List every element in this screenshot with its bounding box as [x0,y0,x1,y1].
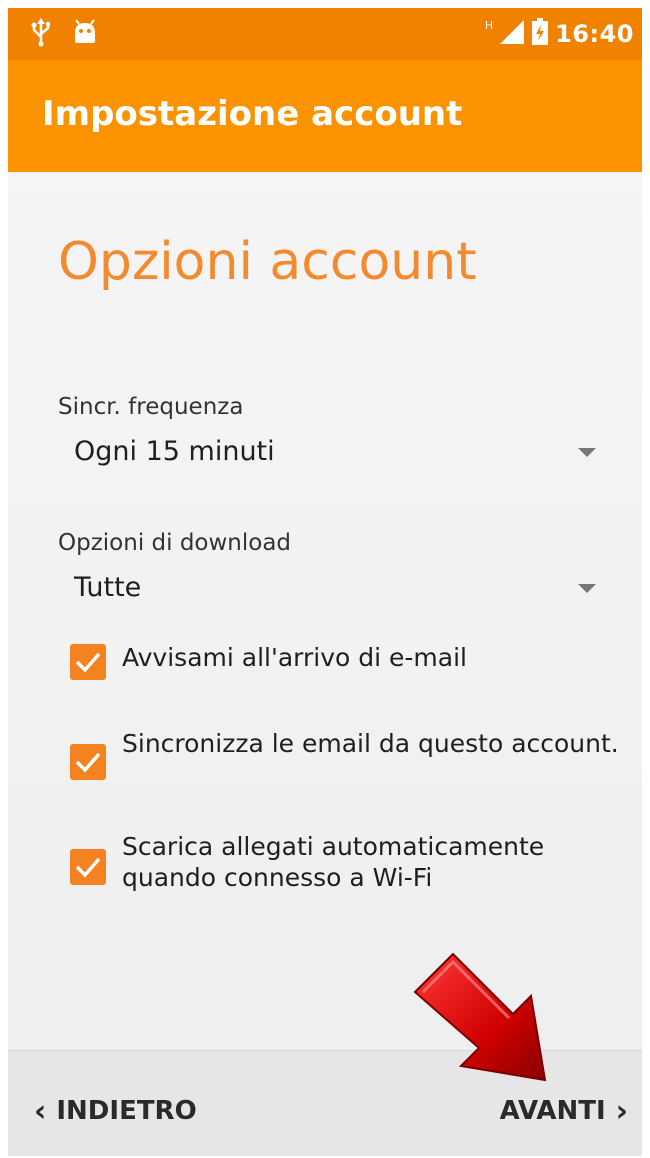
sync-frequency-value: Ogni 15 minuti [74,436,275,467]
red-arrow-icon [413,948,563,1102]
status-icons-right: H 16:40 [485,16,634,52]
signal-icon [499,19,525,49]
dropdown-arrow-icon [578,584,596,593]
download-options-value: Tutte [74,572,142,603]
chevron-right-icon: › [615,1093,628,1129]
android-debug-icon [72,19,98,49]
checkbox-download-attachments[interactable]: Scarica allegati automaticamente quando … [70,831,630,897]
back-button-label: INDIETRO [56,1096,197,1126]
status-icons-left [30,18,98,50]
dropdown-arrow-icon [578,448,596,457]
checkbox-label: Sincronizza le email da questo account. [122,729,619,758]
page-title: Opzioni account [58,232,477,292]
download-options-spinner[interactable]: Tutte [58,564,610,616]
phone-screen: H 16:40 Impostazione account Opzioni acc… [8,8,642,1156]
checkbox-checked-icon[interactable] [70,849,106,885]
checkbox-checked-icon[interactable] [70,644,106,680]
checkbox-checked-icon[interactable] [70,744,106,780]
battery-icon [531,18,549,50]
download-options-label: Opzioni di download [58,530,292,556]
sync-frequency-spinner[interactable]: Ogni 15 minuti [58,428,610,480]
app-bar-title: Impostazione account [42,94,463,134]
app-bar: Impostazione account [8,60,642,172]
chevron-left-icon: ‹ [34,1093,47,1129]
checkbox-label: Scarica allegati automaticamente quando … [122,832,545,892]
network-type-label: H [484,18,494,32]
sync-frequency-label: Sincr. frequenza [58,394,244,420]
usb-icon [30,17,52,51]
status-bar: H 16:40 [8,8,642,60]
checkbox-notify-email[interactable]: Avvisami all'arrivo di e-mail [70,642,630,682]
checkbox-label: Avvisami all'arrivo di e-mail [122,643,467,672]
clock-time: 16:40 [555,20,634,48]
checkbox-sync-email[interactable]: Sincronizza le email da questo account. [70,728,630,794]
back-button[interactable]: ‹ INDIETRO [34,1091,197,1131]
